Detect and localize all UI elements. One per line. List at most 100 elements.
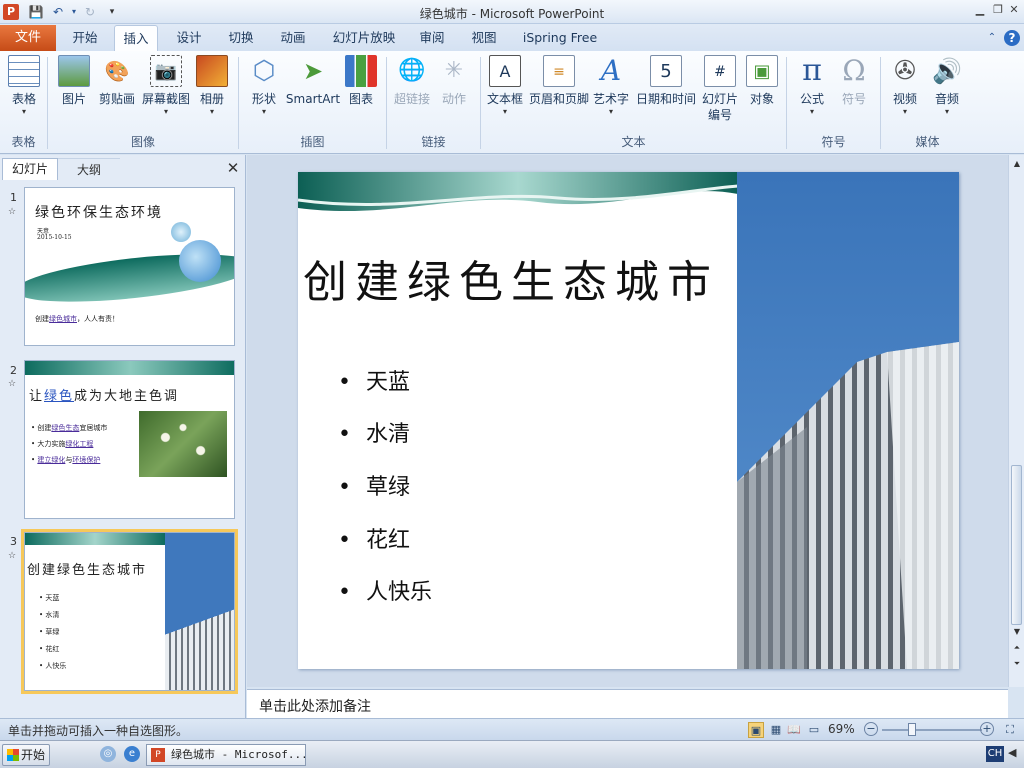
scroll-down-icon[interactable]: ▼ (1009, 625, 1024, 639)
start-button[interactable]: 开始 (2, 744, 50, 766)
collapse-ribbon-icon[interactable]: ⌃ (984, 30, 1000, 46)
help-icon[interactable]: ? (1004, 30, 1020, 46)
notes-placeholder[interactable]: 单击此处添加备注 (259, 696, 371, 716)
wordart-button[interactable]: A 艺术字 ▾ (592, 55, 630, 117)
save-icon[interactable]: 💾 (28, 4, 44, 20)
undo-icon[interactable]: ↶ (50, 4, 66, 20)
taskbar-item-powerpoint[interactable]: P 绿色城市 - Microsof... (146, 744, 306, 766)
slide-number-button[interactable]: # 幻灯片 编号 (700, 55, 740, 123)
thumb2-title: 让绿色成为大地主色调 (29, 389, 180, 404)
slide-bullet-5[interactable]: • 人快乐 (338, 574, 432, 606)
close-window-icon[interactable]: ✕ (1006, 3, 1022, 17)
thumb3-bullet-2: • 水清 (39, 611, 60, 619)
slide-title[interactable]: 创建绿色生态城市 (303, 246, 719, 310)
next-slide-icon[interactable]: ⏷ (1009, 657, 1024, 671)
vertical-scrollbar[interactable]: ▲ ▼ ⏶ ⏷ (1008, 155, 1024, 687)
tab-transitions[interactable]: 切换 (218, 25, 264, 51)
slide-bullet-3[interactable]: • 草绿 (338, 469, 410, 501)
tab-view[interactable]: 视图 (462, 25, 506, 51)
fit-to-window-icon[interactable]: ⛶ (1002, 722, 1018, 738)
tab-insert[interactable]: 插入 (114, 25, 158, 51)
slide-bullet-1[interactable]: • 天蓝 (338, 364, 410, 396)
tab-review[interactable]: 审阅 (410, 25, 454, 51)
scrollbar-thumb[interactable] (1011, 465, 1022, 625)
table-icon (8, 55, 40, 87)
scroll-up-icon[interactable]: ▲ (1009, 157, 1024, 171)
notes-pane[interactable]: 单击此处添加备注 (247, 689, 1008, 718)
datetime-button[interactable]: 5 日期和时间 (634, 55, 698, 107)
object-button[interactable]: ▣ 对象 (744, 55, 780, 107)
video-button[interactable]: ✇ 视频 ▾ (886, 55, 924, 117)
textbox-icon: A (489, 55, 521, 87)
symbol-button: Ω 符号 (836, 55, 872, 107)
tab-design[interactable]: 设计 (166, 25, 212, 51)
zoom-in-icon[interactable]: + (980, 722, 994, 736)
tab-ispring[interactable]: iSpring Free (516, 25, 604, 51)
current-slide[interactable]: 创建绿色生态城市 • 天蓝 • 水清 • 草绿 • 花红 • 人快乐 (298, 172, 959, 669)
table-button[interactable]: 表格 ▾ (4, 55, 44, 117)
input-method-indicator[interactable]: CH (986, 746, 1004, 762)
close-pane-icon[interactable]: ✕ (224, 159, 242, 177)
header-footer-button[interactable]: ≡ 页眉和页脚 (528, 55, 590, 107)
slide-thumbnail-1[interactable]: 绿色环保生态环境 天意 2015-10-15 创建绿色城市，人人有责！ (24, 187, 235, 346)
thumb3-header-wave (25, 533, 165, 545)
textbox-button[interactable]: A 文本框 ▾ (484, 55, 526, 117)
photo-album-button[interactable]: 相册 ▾ (194, 55, 230, 117)
windows-taskbar: 开始 ◎ e P 绿色城市 - Microsof... CH ◀ (0, 740, 1024, 768)
slideshow-view-icon[interactable]: ▭ (806, 722, 822, 738)
restore-icon[interactable]: ❐ (990, 3, 1006, 17)
thumb1-caption: 创建绿色城市，人人有责！ (35, 315, 119, 323)
tab-file[interactable]: 文件 (0, 25, 56, 51)
powerpoint-icon: P (151, 748, 165, 762)
customize-quick-access-icon[interactable]: ▾ (104, 4, 120, 20)
slide-bullet-2[interactable]: • 水清 (338, 416, 410, 448)
tray-expand-icon[interactable]: ◀ (1008, 746, 1016, 759)
thumb3-bullet-5: • 人快乐 (39, 662, 67, 670)
bar-chart-icon (345, 55, 377, 87)
tab-home[interactable]: 开始 (62, 25, 108, 51)
tab-animations[interactable]: 动画 (270, 25, 316, 51)
transition-star-icon: ☆ (8, 207, 17, 217)
undo-dropdown-icon[interactable]: ▾ (66, 4, 82, 20)
action-button: ✳ 动作 (436, 55, 472, 107)
wordart-icon: A (600, 54, 622, 87)
reading-view-icon[interactable]: 📖 (786, 722, 802, 738)
tab-slideshow[interactable]: 幻灯片放映 (326, 25, 402, 51)
slide-thumbnail-3[interactable]: 创建绿色生态城市 • 天蓝 • 水清 • 草绿 • 花红 • 人快乐 (21, 529, 238, 694)
thumb1-date: 2015-10-15 (37, 234, 72, 241)
previous-slide-icon[interactable]: ⏶ (1009, 641, 1024, 655)
zoom-out-icon[interactable]: − (864, 722, 878, 736)
clipart-button[interactable]: 🎨 剪贴画 (96, 55, 138, 107)
show-desktop-icon[interactable]: ◎ (100, 746, 116, 762)
slide-thumbnail-2[interactable]: 让绿色成为大地主色调 • 创建绿色生态宜居城市 • 大力实施绿化工程 • 建立绿… (24, 360, 235, 519)
slide-bullet-4[interactable]: • 花红 (338, 522, 410, 554)
zoom-level[interactable]: 69% (828, 722, 855, 736)
tab-slides[interactable]: 幻灯片 (2, 158, 58, 180)
tab-outline[interactable]: 大纲 (58, 158, 120, 180)
shapes-icon: ⬡ (252, 56, 276, 86)
ie-browser-icon[interactable]: e (124, 746, 140, 762)
hyperlink-button: 🌐 超链接 (392, 55, 432, 107)
minimize-icon[interactable]: ▁ (972, 3, 988, 17)
redo-icon: ↻ (84, 5, 96, 19)
screenshot-button[interactable]: 📷 屏幕截图 ▾ (140, 55, 192, 117)
zoom-slider-thumb[interactable] (908, 723, 916, 736)
shapes-button[interactable]: ⬡ 形状 ▾ (246, 55, 282, 117)
header-footer-icon: ≡ (543, 55, 575, 87)
zoom-slider[interactable] (882, 729, 982, 731)
normal-view-icon[interactable]: ▣ (748, 722, 764, 738)
chart-button[interactable]: 图表 (344, 55, 378, 107)
smartart-button[interactable]: ➤ SmartArt (284, 55, 342, 107)
picture-button[interactable]: 图片 (56, 55, 92, 107)
thumb2-bullet-2: • 大力实施绿化工程 (31, 440, 94, 448)
thumb1-small-circle (171, 222, 191, 242)
audio-button[interactable]: 🔊 音频 ▾ (928, 55, 966, 117)
windows-logo-icon (7, 749, 19, 761)
slide-sorter-icon[interactable]: ▦ (768, 722, 784, 738)
equation-button[interactable]: π 公式 ▾ (794, 55, 830, 117)
building-photo (737, 172, 959, 669)
thumb3-title: 创建绿色生态城市 (27, 563, 148, 578)
thumb2-lotus-image (139, 411, 227, 477)
powerpoint-app-icon[interactable]: P (3, 4, 19, 20)
thumb3-bullet-3: • 草绿 (39, 628, 60, 636)
